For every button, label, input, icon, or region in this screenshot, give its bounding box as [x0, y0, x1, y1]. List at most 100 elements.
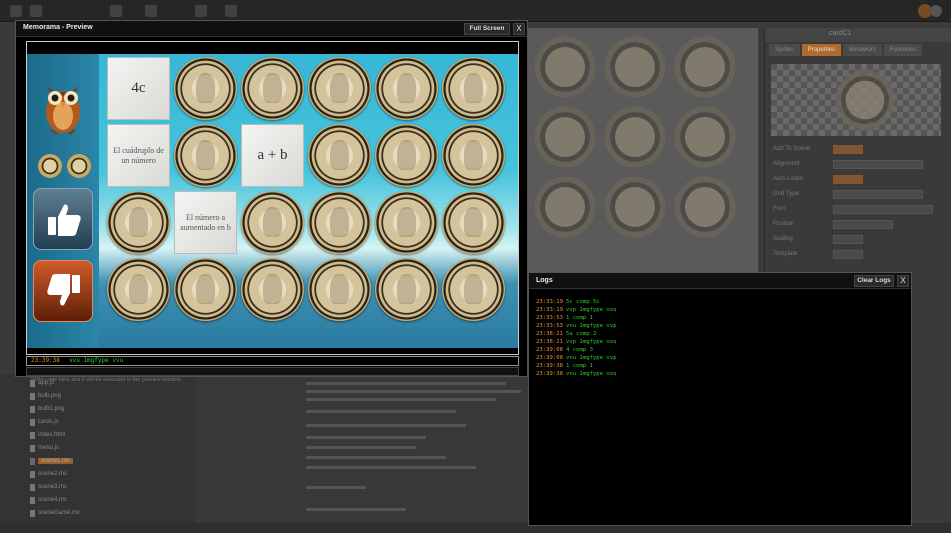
- stage-card[interactable]: [534, 36, 596, 98]
- board-cell[interactable]: [308, 124, 371, 187]
- fullscreen-button[interactable]: Full Screen: [464, 23, 510, 35]
- prop-select[interactable]: [833, 160, 923, 169]
- board-cell[interactable]: [174, 258, 237, 321]
- face-down-card[interactable]: [241, 57, 304, 120]
- tab-behaviors[interactable]: Behaviors: [843, 44, 882, 56]
- board-cell[interactable]: [241, 57, 304, 120]
- toolbar-icon[interactable]: [195, 5, 207, 17]
- file-item[interactable]: sceneGame.mc: [29, 510, 80, 517]
- toolbar-icon[interactable]: [30, 5, 42, 17]
- board-cell[interactable]: [107, 258, 170, 321]
- log-entry: 23:33:19 vvp 1mgfype vvu: [536, 307, 617, 315]
- dislike-button[interactable]: [33, 260, 93, 322]
- board-cell[interactable]: [375, 191, 438, 254]
- file-item[interactable]: scene2.mc: [29, 471, 67, 478]
- face-down-card[interactable]: [241, 191, 304, 254]
- face-down-card[interactable]: [375, 258, 438, 321]
- prop-input[interactable]: [833, 235, 863, 244]
- prop-toggle[interactable]: [833, 175, 863, 184]
- revealed-card[interactable]: 4c: [107, 57, 170, 120]
- properties-title: cardC1: [765, 28, 951, 42]
- like-button[interactable]: [33, 188, 93, 250]
- board-cell[interactable]: [442, 124, 505, 187]
- stage-card[interactable]: [604, 106, 666, 168]
- face-down-card[interactable]: [107, 191, 170, 254]
- prop-toggle[interactable]: [833, 145, 863, 154]
- board-cell[interactable]: [107, 191, 170, 254]
- log-list: 23:33:19 5c comp 5c 23:33:19 vvp 1mgfype vv…: [536, 299, 617, 379]
- stage-card[interactable]: [674, 106, 736, 168]
- board-cell[interactable]: [308, 191, 371, 254]
- board-cell[interactable]: [174, 57, 237, 120]
- file-item[interactable]: bulb.png: [29, 393, 61, 400]
- stage-card[interactable]: [534, 106, 596, 168]
- face-down-card[interactable]: [442, 124, 505, 187]
- prop-select[interactable]: [833, 190, 923, 199]
- close-preview-button[interactable]: X: [513, 23, 525, 35]
- prop-input[interactable]: [833, 220, 893, 229]
- stage-card[interactable]: [604, 36, 666, 98]
- board-cell[interactable]: [375, 57, 438, 120]
- board-cell[interactable]: [375, 258, 438, 321]
- close-logs-button[interactable]: X: [897, 275, 909, 287]
- stage-card[interactable]: [604, 176, 666, 238]
- board-cell[interactable]: El cuádruplo de un número: [107, 124, 170, 187]
- face-down-card[interactable]: [174, 124, 237, 187]
- tab-functions[interactable]: Functions: [883, 44, 922, 56]
- board-cell[interactable]: 4c: [107, 57, 170, 120]
- board-cell[interactable]: [308, 57, 371, 120]
- face-down-card[interactable]: [442, 57, 505, 120]
- file-item-selected[interactable]: scene1.mc: [29, 458, 74, 465]
- toolbar-icon[interactable]: [225, 5, 237, 17]
- preview-titlebar[interactable]: Memorama - Preview Full Screen X: [16, 21, 527, 37]
- file-item[interactable]: index.html: [29, 432, 65, 439]
- face-down-card[interactable]: [442, 258, 505, 321]
- face-down-card[interactable]: [375, 191, 438, 254]
- file-item[interactable]: cards.js: [30, 419, 59, 426]
- stage-card[interactable]: [534, 176, 596, 238]
- code-line: [306, 390, 521, 393]
- revealed-card[interactable]: El cuádruplo de un número: [107, 124, 170, 187]
- file-item[interactable]: menu.js: [29, 445, 59, 452]
- tab-sprites[interactable]: Sprites: [769, 44, 800, 56]
- tab-properties[interactable]: Properties: [801, 44, 842, 56]
- board-cell[interactable]: [442, 191, 505, 254]
- file-item[interactable]: scene3.mc: [29, 484, 67, 491]
- face-down-card[interactable]: [375, 57, 438, 120]
- face-down-card[interactable]: [308, 124, 371, 187]
- face-down-card[interactable]: [174, 258, 237, 321]
- board-cell[interactable]: [241, 258, 304, 321]
- board-cell[interactable]: El número a aumentado en b: [174, 191, 237, 254]
- face-down-card[interactable]: [107, 258, 170, 321]
- board-cell[interactable]: [442, 258, 505, 321]
- face-down-card[interactable]: [174, 57, 237, 120]
- stage-card[interactable]: [674, 36, 736, 98]
- logs-titlebar[interactable]: Logs Clear Logs X: [529, 273, 911, 289]
- stage-card[interactable]: [674, 176, 736, 238]
- code-editor[interactable]: [196, 374, 528, 524]
- board-cell[interactable]: [308, 258, 371, 321]
- console-input[interactable]: [27, 376, 518, 384]
- object-name[interactable]: cardC1: [829, 30, 852, 37]
- board-cell[interactable]: [375, 124, 438, 187]
- board-cell[interactable]: [442, 57, 505, 120]
- clear-logs-button[interactable]: Clear Logs: [854, 275, 894, 287]
- prop-input[interactable]: [833, 250, 863, 259]
- face-down-card[interactable]: [308, 258, 371, 321]
- face-down-card[interactable]: [241, 258, 304, 321]
- face-down-card[interactable]: [442, 191, 505, 254]
- board-cell[interactable]: [174, 124, 237, 187]
- revealed-card[interactable]: a + b: [241, 124, 304, 187]
- face-down-card[interactable]: [375, 124, 438, 187]
- prop-input[interactable]: [833, 205, 933, 214]
- revealed-card[interactable]: El número a aumentado en b: [174, 191, 237, 254]
- toolbar-icon[interactable]: [110, 5, 122, 17]
- toolbar-icon[interactable]: [145, 5, 157, 17]
- board-cell[interactable]: a + b: [241, 124, 304, 187]
- file-item[interactable]: scene4.mc: [29, 497, 67, 504]
- face-down-card[interactable]: [308, 57, 371, 120]
- board-cell[interactable]: [241, 191, 304, 254]
- file-item[interactable]: bulb1.png: [29, 406, 64, 413]
- toolbar-icon[interactable]: [10, 5, 22, 17]
- face-down-card[interactable]: [308, 191, 371, 254]
